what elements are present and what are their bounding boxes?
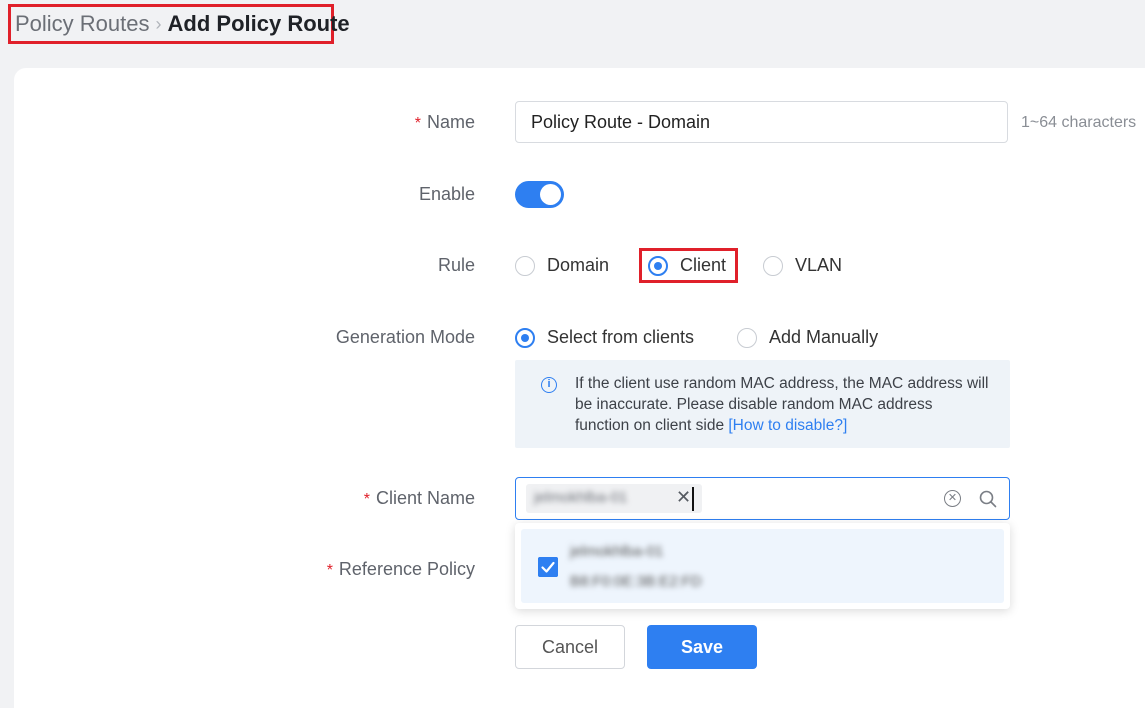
mode-radio-select-from-clients[interactable]: Select from clients — [515, 327, 694, 348]
checkmark-icon[interactable] — [538, 557, 558, 577]
how-to-disable-link[interactable]: [How to disable?] — [728, 417, 847, 434]
name-hint: 1~64 characters — [1021, 114, 1137, 131]
rule-label: Rule — [437, 255, 475, 275]
name-label: * Name — [414, 112, 475, 132]
toggle-knob — [540, 184, 561, 205]
radio-label: VLAN — [795, 255, 843, 275]
name-input[interactable]: Policy Route - Domain — [515, 101, 1008, 143]
random-mac-notice: i If the client use random MAC address, … — [515, 360, 1010, 448]
save-button[interactable]: Save — [647, 625, 757, 669]
enable-label: Enable — [418, 184, 475, 204]
client-option[interactable]: jelmokhlba-01 B8:F0:0E:3B:E2:FD — [521, 529, 1004, 603]
selected-client-tag: jelmokhlba-01 ✕ — [526, 484, 702, 513]
radio-circle-checked — [515, 327, 535, 348]
cancel-button[interactable]: Cancel — [515, 625, 625, 669]
radio-circle — [515, 255, 535, 276]
client-option-name: jelmokhlba-01 — [570, 543, 664, 560]
highlight-box — [639, 248, 738, 283]
clear-circle-icon[interactable]: ✕ — [944, 490, 961, 507]
tag-label: jelmokhlba-01 — [534, 489, 628, 506]
rule-radio-vlan[interactable]: VLAN — [763, 255, 842, 276]
client-dropdown: jelmokhlba-01 B8:F0:0E:3B:E2:FD — [515, 523, 1010, 609]
page-title: Add Policy Route — [167, 11, 350, 36]
client-name-select[interactable]: jelmokhlba-01 ✕ ✕ — [515, 477, 1010, 520]
search-icon[interactable] — [979, 490, 997, 508]
info-icon: i — [541, 377, 557, 393]
enable-toggle[interactable] — [515, 181, 564, 208]
required-marker: * — [326, 562, 333, 579]
radio-label: Select from clients — [547, 327, 695, 347]
breadcrumb: Policy Routes › Add Policy Route — [8, 4, 350, 44]
rule-radio-domain[interactable]: Domain — [515, 255, 609, 276]
radio-circle — [737, 327, 757, 348]
required-marker: * — [414, 115, 421, 132]
text-caret — [692, 487, 694, 511]
close-icon[interactable]: ✕ — [676, 487, 691, 508]
mode-radio-add-manually[interactable]: Add Manually — [737, 327, 878, 348]
required-marker: * — [363, 491, 370, 508]
reference-policy-label: * Reference Policy — [326, 559, 475, 579]
chevron-right-icon: › — [155, 13, 162, 34]
radio-circle — [763, 255, 783, 276]
name-input-value: Policy Route - Domain — [531, 111, 711, 132]
client-option-mac: B8:F0:0E:3B:E2:FD — [570, 573, 702, 590]
radio-label: Domain — [547, 255, 610, 275]
client-name-label: * Client Name — [363, 488, 475, 508]
breadcrumb-parent-link[interactable]: Policy Routes — [15, 11, 150, 37]
generation-mode-label: Generation Mode — [335, 327, 475, 347]
radio-label: Add Manually — [769, 327, 879, 347]
